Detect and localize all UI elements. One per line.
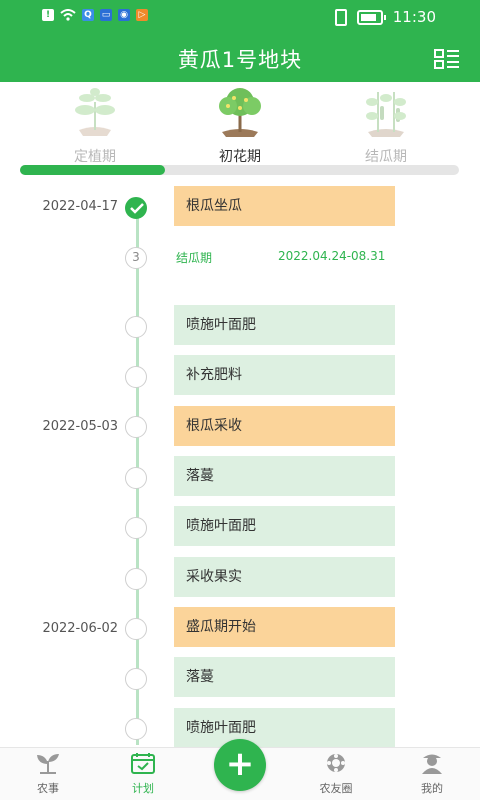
stage-planting[interactable]: 定植期 (40, 86, 150, 166)
status-bar: ! Q ▭ ◉ ▷ 11:30 (0, 0, 480, 34)
timeline-node (125, 416, 147, 438)
system-icons: 11:30 (334, 8, 436, 26)
task-card[interactable]: 喷施叶面肥 (174, 506, 395, 546)
timeline-node (125, 568, 147, 590)
page-title: 黄瓜1号地块 (177, 48, 303, 72)
check-icon (130, 203, 144, 214)
nav-label: 计划 (132, 782, 154, 795)
app-header: 黄瓜1号地块 (0, 34, 480, 82)
task-card[interactable]: 补充肥料 (174, 355, 395, 395)
timeline-date: 2022-04-17 (42, 199, 118, 214)
shield-app-icon: ◉ (118, 9, 130, 21)
fruiting-plant-icon (366, 92, 406, 137)
book-app-icon: ▭ (100, 9, 112, 21)
task-card[interactable]: 落蔓 (174, 456, 395, 496)
vibrate-icon (334, 8, 347, 26)
nav-label: 我的 (421, 782, 443, 795)
search-app-icon: Q (82, 9, 94, 21)
sprout-icon (37, 754, 59, 774)
timeline-node (125, 467, 147, 489)
clock: 11:30 (392, 8, 436, 26)
flower-icon (327, 754, 345, 772)
task-card[interactable]: 落蔓 (174, 657, 395, 697)
timeline-node (125, 668, 147, 690)
period-name: 结瓜期 (176, 251, 213, 265)
period-date-range: 2022.04.24-08.31 (278, 249, 386, 263)
nav-farmer-circle[interactable]: 农友圈 (306, 752, 366, 796)
timeline-date: 2022-05-03 (42, 419, 118, 434)
stage-progress-bar (20, 165, 459, 175)
nav-plan[interactable]: 计划 (113, 752, 173, 796)
user-icon (422, 754, 442, 774)
nav-farm-work[interactable]: 农事 (18, 752, 78, 796)
task-card[interactable]: 采收果实 (174, 557, 395, 597)
timeline-node-done (125, 197, 147, 219)
notification-icons: ! Q ▭ ◉ ▷ (42, 9, 148, 21)
calendar-check-icon (131, 753, 155, 774)
timeline-node (125, 718, 147, 740)
timeline-node (125, 618, 147, 640)
nav-label: 农友圈 (319, 782, 353, 795)
stage-label: 定植期 (74, 149, 116, 165)
nav-label: 农事 (37, 782, 59, 795)
task-card[interactable]: 盛瓜期开始 (174, 607, 395, 647)
task-card[interactable]: 根瓜采收 (174, 406, 395, 446)
nav-mine[interactable]: 我的 (402, 752, 462, 796)
stage-fruiting[interactable]: 结瓜期 (331, 86, 441, 166)
alert-icon: ! (42, 9, 54, 21)
task-card[interactable]: 喷施叶面肥 (174, 305, 395, 345)
media-app-icon: ▷ (136, 9, 148, 21)
flowering-plant-icon (219, 88, 261, 137)
timeline-node (125, 316, 147, 338)
task-card[interactable]: 喷施叶面肥 (174, 708, 395, 748)
timeline-node (125, 517, 147, 539)
battery-icon (356, 9, 386, 25)
list-menu-icon[interactable] (434, 48, 460, 70)
growth-stage-selector: 定植期 初花期 结瓜期 (0, 82, 480, 165)
stage-progress-fill (20, 165, 165, 175)
stage-early-flowering[interactable]: 初花期 (185, 86, 295, 166)
stage-label: 初花期 (219, 149, 261, 165)
period-number-badge: 3 (125, 247, 147, 269)
timeline-node (125, 366, 147, 388)
bottom-navigation: 农事 计划 + 农友圈 我的 (0, 739, 480, 800)
timeline-date: 2022-06-02 (42, 621, 118, 636)
add-button[interactable]: + (214, 739, 266, 791)
wifi-icon (60, 9, 76, 21)
plus-icon: + (225, 744, 255, 784)
task-card[interactable]: 根瓜坐瓜 (174, 186, 395, 226)
stage-label: 结瓜期 (365, 149, 407, 165)
seedling-icon (75, 88, 115, 136)
